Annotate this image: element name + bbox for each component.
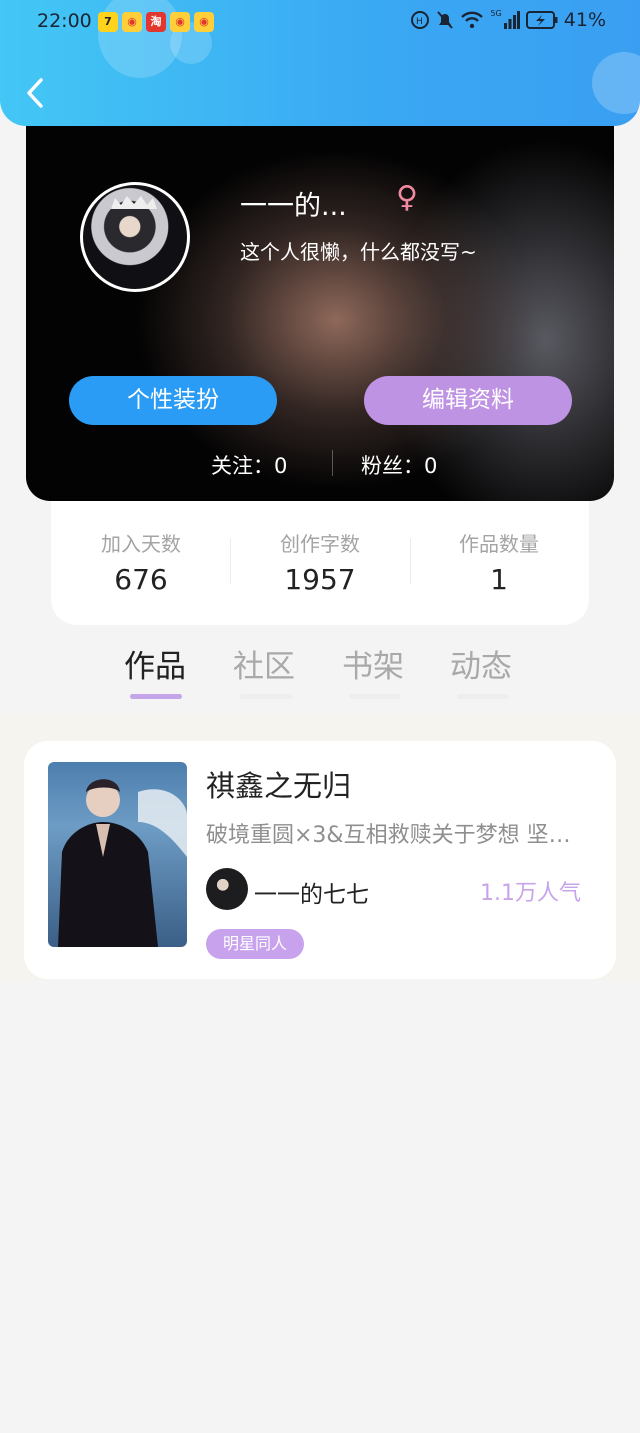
app-7-icon: 7 <box>98 12 118 32</box>
tab-bar: 作品 社区 书架 动态 <box>0 625 640 715</box>
weibo-icon: ◉ <box>170 12 190 32</box>
mute-icon <box>437 11 454 29</box>
battery-percent: 41% <box>563 9 606 31</box>
signal-icon <box>503 11 520 29</box>
tab-indicator <box>349 694 401 699</box>
taobao-icon: 淘 <box>146 12 166 32</box>
following-count[interactable]: 关注：0 <box>211 450 287 480</box>
tab-indicator <box>457 694 509 699</box>
weibo-icon: ◉ <box>194 12 214 32</box>
edit-profile-button[interactable]: 编辑资料 <box>364 376 572 425</box>
profile-card: 一一的... ♀ 这个人很懒，什么都没写~ 个性装扮 编辑资料 关注：0 粉丝：… <box>26 110 614 501</box>
svg-text:H: H <box>416 17 423 27</box>
wifi-icon <box>461 11 484 29</box>
author-name[interactable]: 一一的七七 <box>254 875 369 909</box>
tab-activity[interactable]: 动态 <box>450 641 512 686</box>
crown-icon <box>111 196 157 209</box>
work-description: 破境重圆×3&互相救赎关于梦想 坚… <box>206 823 571 848</box>
username: 一一的... <box>240 191 347 222</box>
female-gender-icon: ♀ <box>396 180 418 215</box>
status-bar: 22:00 7 ◉ 淘 ◉ ◉ H 5G 41% <box>0 0 640 44</box>
back-arrow-icon[interactable] <box>22 76 50 110</box>
stat-label: 加入天数 <box>101 532 181 556</box>
tab-community[interactable]: 社区 <box>233 641 295 686</box>
battery-icon <box>525 11 558 29</box>
cover-figure <box>58 779 187 947</box>
stat-value: 1957 <box>284 563 356 596</box>
stat-label: 作品数量 <box>459 532 539 556</box>
weibo-icon: ◉ <box>122 12 142 32</box>
stat-join-days: 加入天数 676 <box>51 528 231 596</box>
author-avatar[interactable] <box>206 868 248 910</box>
notification-icons: 7 ◉ 淘 ◉ ◉ <box>98 12 214 32</box>
follow-divider <box>332 450 333 476</box>
top-header: 22:00 7 ◉ 淘 ◉ ◉ H 5G 41% <box>0 0 640 126</box>
stat-label: 创作字数 <box>280 532 360 556</box>
genre-tag[interactable]: 明星同人 <box>206 929 305 959</box>
work-card[interactable]: 祺鑫之无归 破境重圆×3&互相救赎关于梦想 坚… 一一的七七 1.1万人气 明星… <box>24 741 616 979</box>
tab-bookshelf[interactable]: 书架 <box>342 641 404 686</box>
user-bio: 这个人很懒，什么都没写~ <box>240 240 477 264</box>
dress-up-button[interactable]: 个性装扮 <box>69 376 277 425</box>
system-status: H 5G 41% <box>410 9 606 31</box>
tab-indicator-active <box>130 694 182 699</box>
stat-word-count: 创作字数 1957 <box>230 528 410 596</box>
work-title[interactable]: 祺鑫之无归 <box>206 763 351 805</box>
tab-works[interactable]: 作品 <box>124 641 186 686</box>
stats-panel: 加入天数 676 创作字数 1957 作品数量 1 <box>51 500 589 625</box>
followers-count[interactable]: 粉丝：0 <box>361 450 437 480</box>
stat-value: 1 <box>490 563 508 596</box>
stat-value: 676 <box>114 563 168 596</box>
tab-indicator <box>240 694 292 699</box>
network-type: 5G <box>490 8 502 18</box>
work-cover-image[interactable] <box>48 762 187 947</box>
user-avatar[interactable] <box>80 182 190 292</box>
decor-bubble <box>592 52 640 114</box>
status-time: 22:00 <box>37 10 92 32</box>
stat-works-count: 作品数量 1 <box>409 528 589 596</box>
hd-call-icon: H <box>411 11 430 29</box>
popularity-count: 1.1万人气 <box>480 881 581 906</box>
